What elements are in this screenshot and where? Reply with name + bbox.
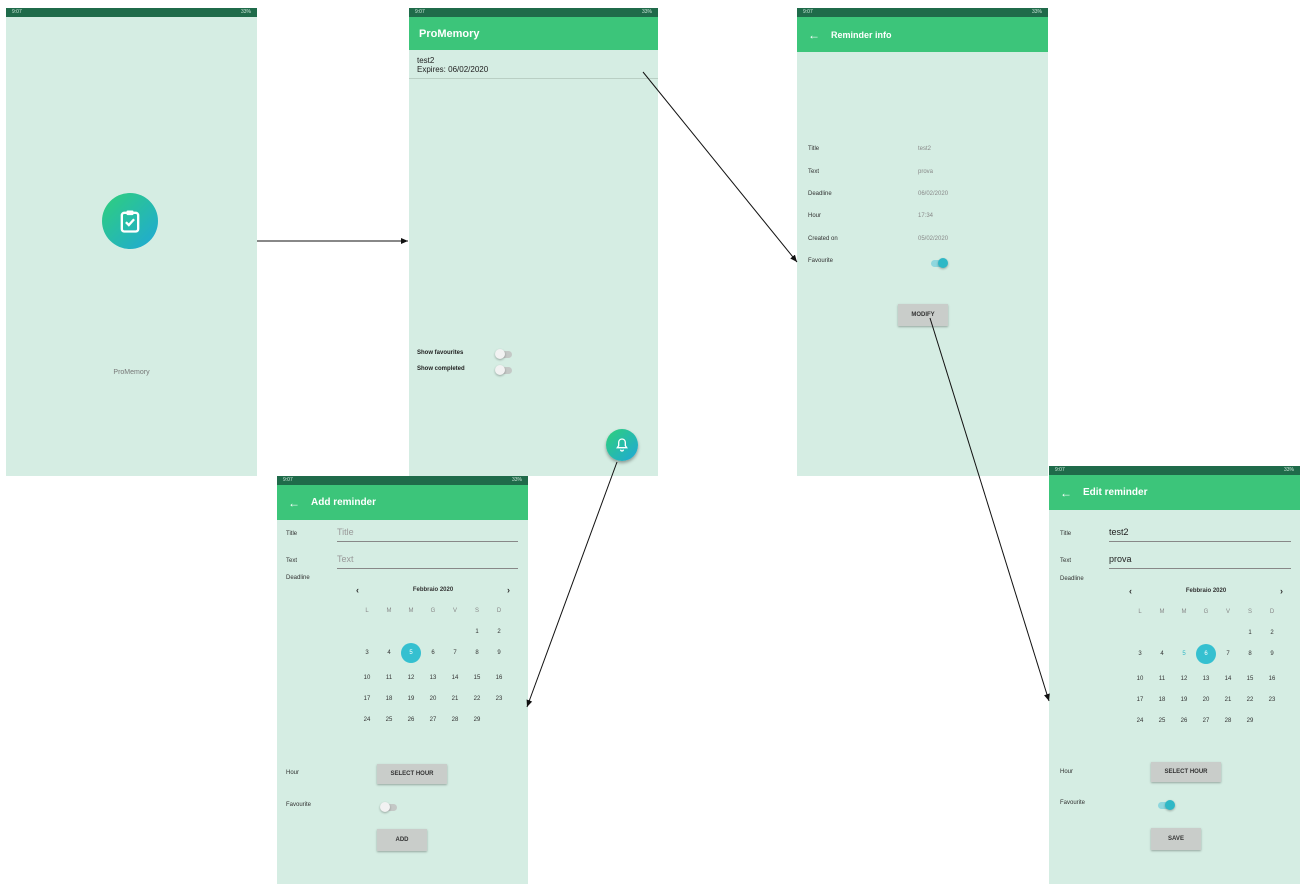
arrow-fab-to-add: [526, 461, 618, 708]
arrow-main-to-info: [642, 71, 798, 263]
arrow-modify-to-edit: [929, 317, 1050, 702]
flow-arrows: [257, 71, 1050, 708]
